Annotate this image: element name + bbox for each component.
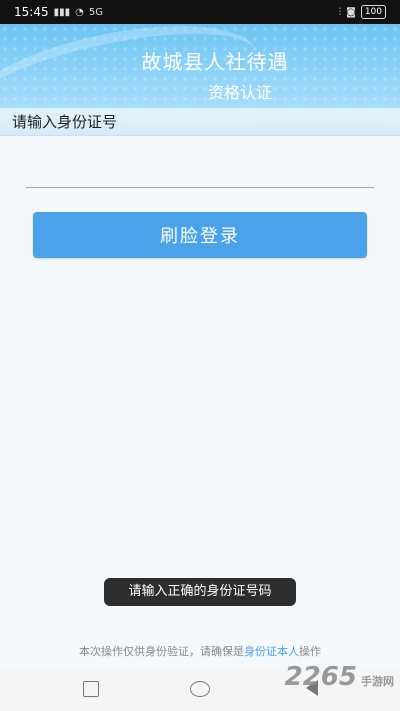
status-time: 15:45	[14, 5, 49, 19]
header-title-block: 故城县人社待遇 资格认证	[0, 46, 400, 103]
footer-note-prefix: 本次操作仅供身份验证，请确保是	[79, 645, 244, 658]
id-section-label: 请输入身份证号	[0, 108, 400, 136]
vibrate-icon: ⫶	[338, 6, 342, 18]
footer-note-suffix: 操作	[299, 645, 321, 658]
watermark-number: 2265	[284, 662, 357, 692]
site-watermark: 2265 手游网	[285, 662, 394, 692]
page-subtitle: 资格认证	[207, 83, 272, 102]
status-left: 15:45 ▮▮▮ ◔ 5G	[14, 5, 103, 19]
status-bar: 15:45 ▮▮▮ ◔ 5G ⫶ ◙ 100	[0, 0, 400, 24]
face-login-button[interactable]: 刷脸登录	[33, 212, 367, 258]
signal-icon: ▮▮▮	[53, 6, 71, 18]
footer-note: 本次操作仅供身份验证，请确保是身份证本人操作	[0, 643, 400, 659]
app-header: 故城县人社待遇 资格认证	[0, 24, 400, 108]
footer-note-highlight: 身份证本人	[244, 645, 299, 658]
battery-icon: 100	[360, 5, 386, 19]
toast-message: 请输入正确的身份证号码	[104, 578, 296, 606]
home-icon[interactable]	[190, 681, 210, 697]
page-title: 故城县人社待遇	[141, 50, 289, 74]
id-number-input[interactable]	[26, 160, 374, 188]
watermark-label: 手游网	[361, 675, 394, 688]
status-right: ⫶ ◙ 100	[339, 5, 386, 19]
recent-apps-icon[interactable]	[83, 681, 99, 697]
network-icon: 5G	[88, 6, 103, 18]
wifi-icon: ◔	[75, 6, 84, 18]
lock-icon: ◙	[346, 6, 356, 18]
